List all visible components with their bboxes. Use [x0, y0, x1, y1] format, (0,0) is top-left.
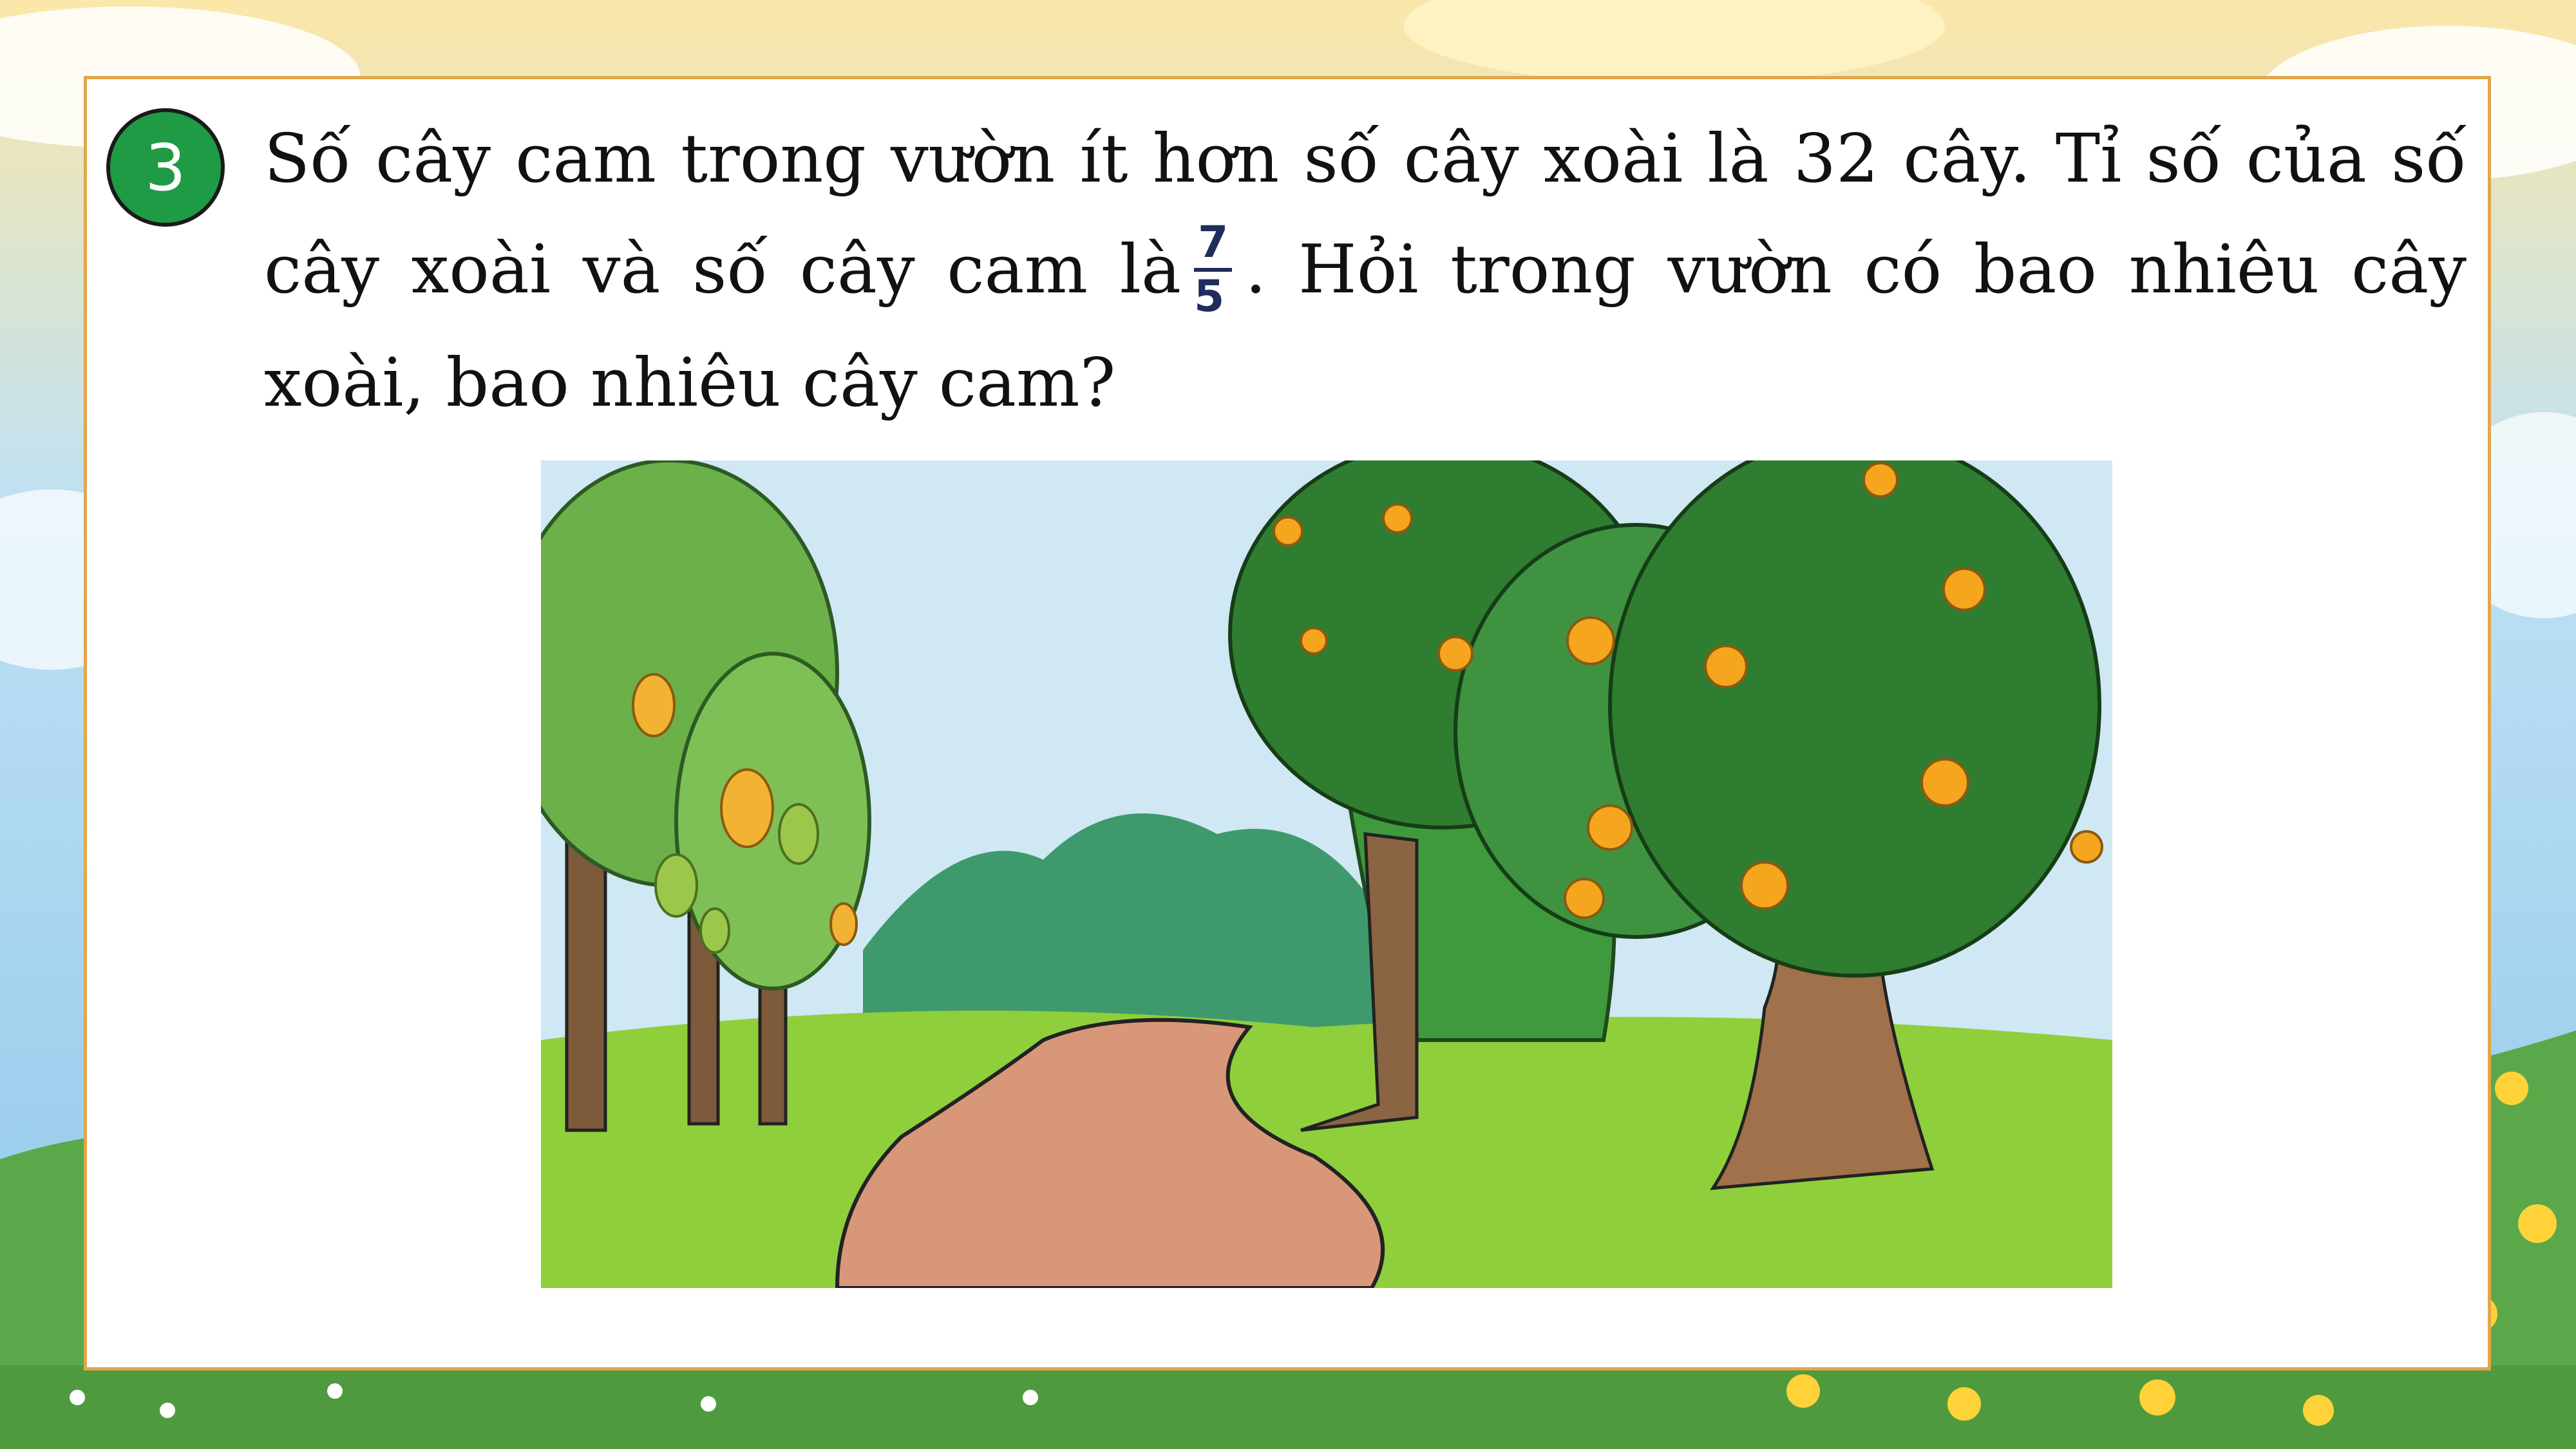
mango-fruit [699, 907, 730, 954]
orange-fruit [1862, 462, 1899, 498]
orange-fruit [1942, 567, 1986, 611]
ratio-fraction: 75 [1194, 217, 1233, 322]
fraction-numerator: 7 [1194, 217, 1233, 272]
orchard-illustration [541, 460, 2112, 1288]
question-text: Số cây cam trong vườn ít hơn số cây xoài… [264, 103, 2467, 438]
orange-fruit [1437, 636, 1473, 672]
orange-fruit [1300, 627, 1328, 655]
orange-fruit [1273, 516, 1303, 547]
fraction-denominator: 5 [1194, 270, 1225, 322]
orange-fruit [1564, 878, 1605, 919]
problem-number-badge: 3 [106, 108, 225, 227]
mango-fruit [829, 902, 858, 946]
mango-fruit [632, 673, 676, 737]
orange-fruit [1382, 503, 1413, 534]
orange-fruit [2070, 830, 2103, 864]
orange-fruit [1587, 804, 1633, 851]
orange-fruit [1920, 758, 1969, 807]
orange-canopy [1608, 460, 2101, 978]
mango-fruit [778, 803, 819, 865]
mango-fruit [720, 768, 774, 848]
problem-number: 3 [145, 129, 186, 205]
orange-fruit [1566, 616, 1615, 665]
mango-fruit [654, 853, 698, 918]
orange-fruit [1740, 861, 1789, 910]
orange-fruit [1704, 645, 1748, 688]
